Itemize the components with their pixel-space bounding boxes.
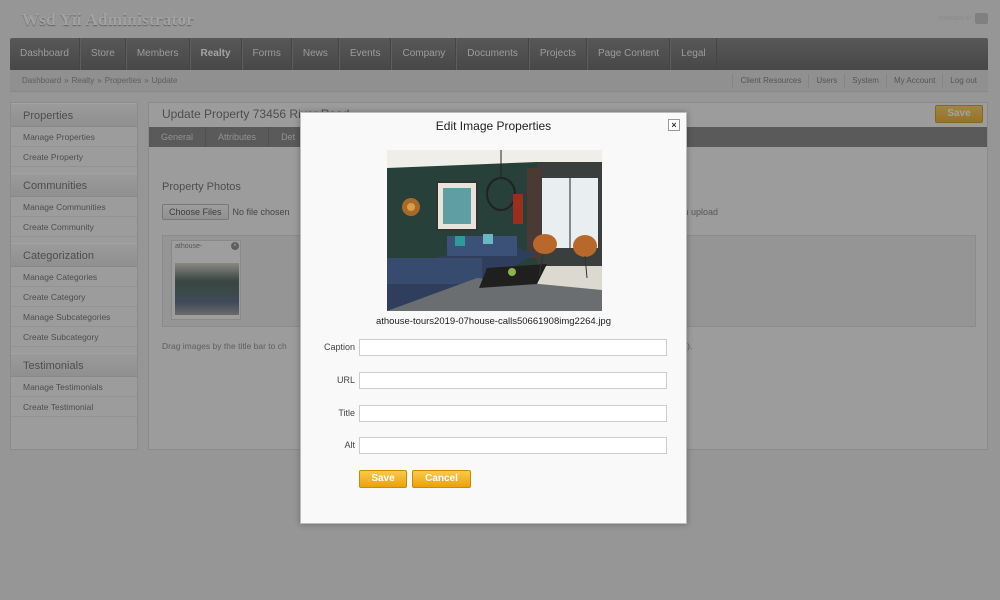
title-row: Title xyxy=(301,405,686,423)
title-label: Title xyxy=(338,408,355,418)
caption-input[interactable] xyxy=(359,339,667,356)
caption-label: Caption xyxy=(323,342,355,352)
living-room-photo xyxy=(387,150,602,311)
url-label: URL xyxy=(336,375,355,385)
preview-image xyxy=(387,150,602,311)
modal-save-button[interactable]: Save xyxy=(359,470,407,488)
alt-label: Alt xyxy=(344,440,355,450)
url-input[interactable] xyxy=(359,372,667,389)
edit-image-modal: Edit Image Properties × athouse-tours201… xyxy=(300,112,687,524)
modal-title: Edit Image Properties xyxy=(435,119,552,133)
modal-buttons: Save Cancel xyxy=(359,470,471,488)
close-icon[interactable]: × xyxy=(668,119,680,131)
url-row: URL xyxy=(301,372,686,390)
alt-row: Alt xyxy=(301,437,686,455)
title-input[interactable] xyxy=(359,405,667,422)
caption-row: Caption xyxy=(301,339,686,357)
alt-input[interactable] xyxy=(359,437,667,454)
modal-cancel-button[interactable]: Cancel xyxy=(412,470,471,488)
image-filename: athouse-tours2019-07house-calls50661908i… xyxy=(375,316,612,327)
